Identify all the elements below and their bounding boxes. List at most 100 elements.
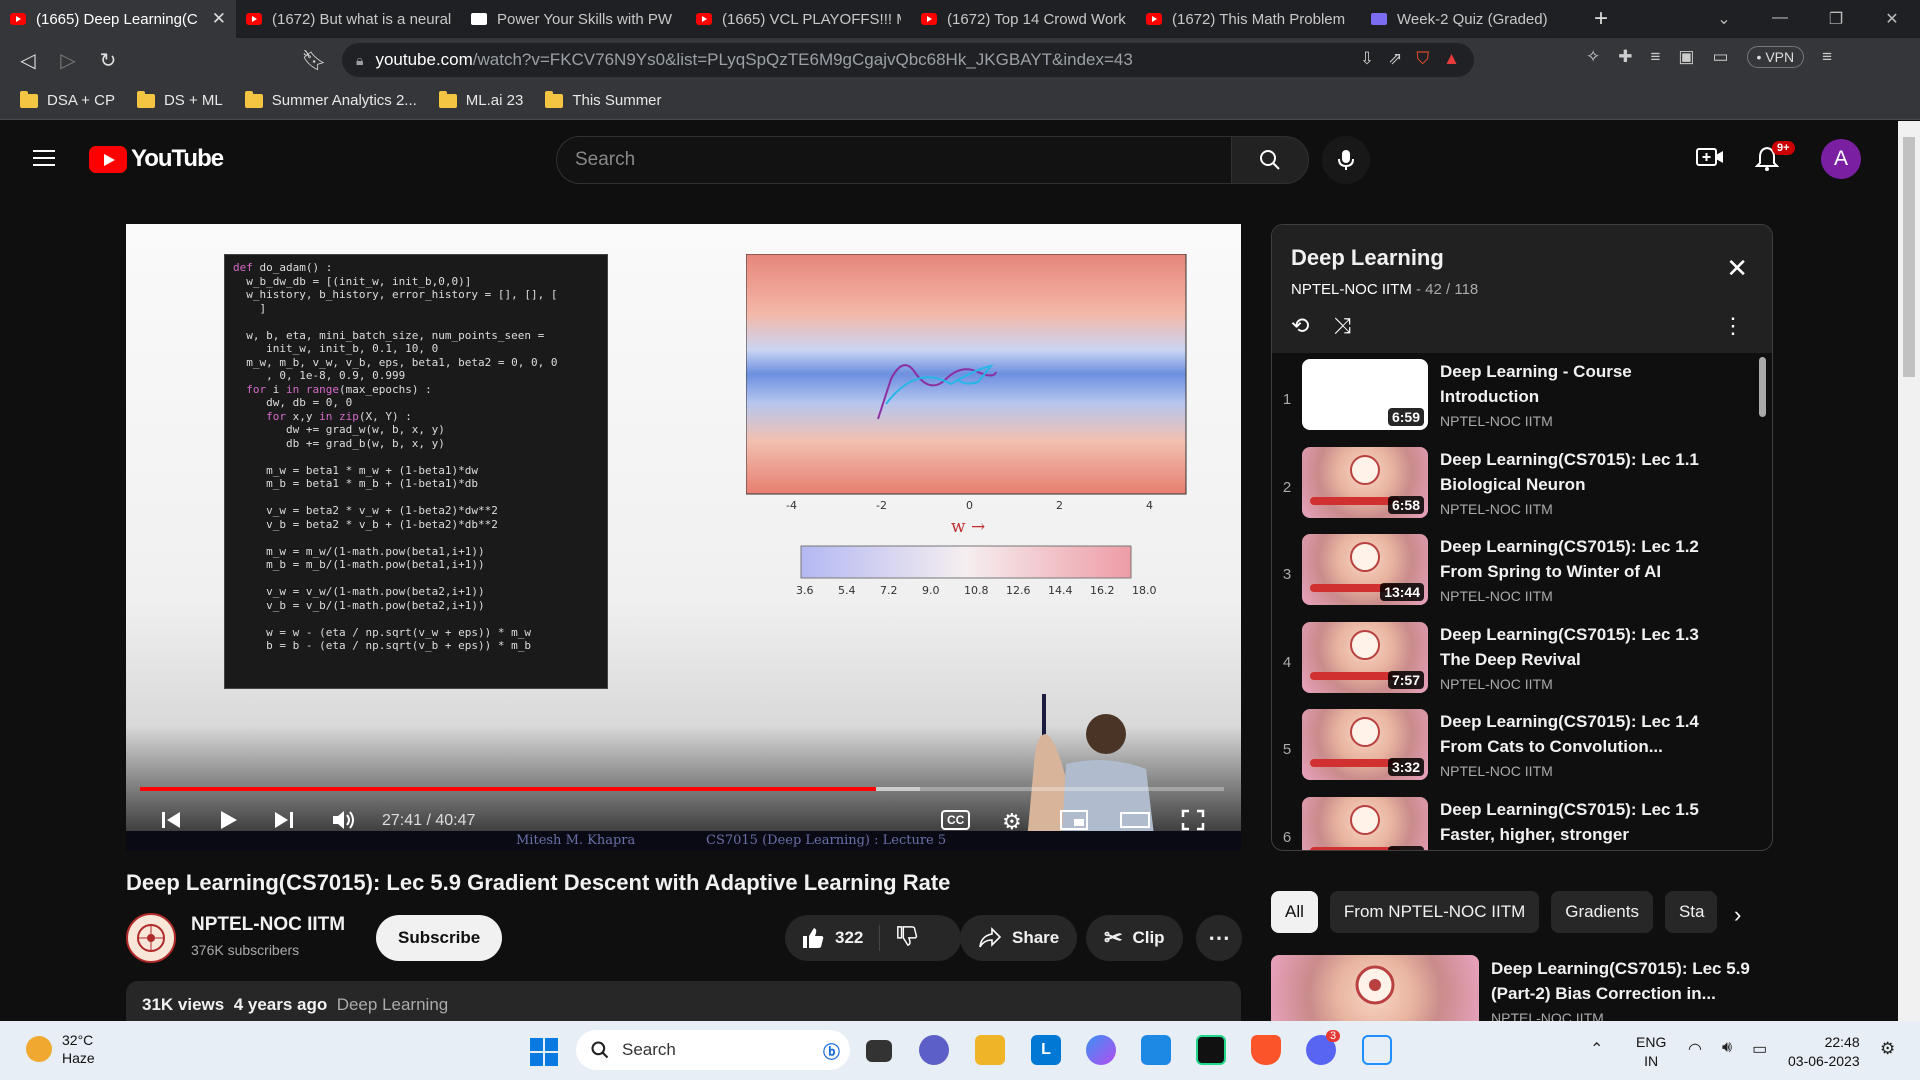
description-box[interactable]: 31K views 4 years ago Deep Learning: [126, 981, 1241, 1021]
filter-chip[interactable]: Sta: [1664, 891, 1717, 933]
forward-icon[interactable]: ▷: [48, 48, 88, 73]
minimize-button[interactable]: —: [1752, 9, 1808, 29]
snipping-tool-icon[interactable]: [1362, 1035, 1392, 1065]
pycharm-icon[interactable]: [1196, 1035, 1226, 1065]
playlist-title[interactable]: Deep Learning: [1291, 245, 1753, 271]
brave-browser-icon[interactable]: [1251, 1035, 1281, 1065]
tab-search-icon[interactable]: ⌄: [1696, 9, 1752, 29]
close-tab-icon[interactable]: ✕: [206, 9, 226, 29]
wallet-icon[interactable]: ▭: [1712, 47, 1728, 67]
install-icon[interactable]: ⇩: [1360, 49, 1374, 69]
chip-next-icon[interactable]: ›: [1734, 902, 1741, 928]
page-scroll-thumb[interactable]: [1903, 137, 1915, 377]
description-tag[interactable]: Deep Learning: [337, 995, 449, 1014]
close-window-button[interactable]: ✕: [1864, 9, 1920, 29]
playlist-icon[interactable]: ≡: [1651, 47, 1661, 67]
playlist-item-thumbnail[interactable]: 2:48: [1302, 796, 1428, 850]
taskbar-search[interactable]: Search ⓑ: [576, 1030, 850, 1070]
filter-chip[interactable]: From NPTEL-NOC IITM: [1329, 891, 1540, 933]
voice-search-button[interactable]: [1322, 136, 1370, 184]
playlist-item[interactable]: 1 6:59 Deep Learning - Course Introduction…: [1272, 353, 1772, 441]
battery-icon[interactable]: ▭: [1752, 1039, 1767, 1059]
playlist-item-thumbnail[interactable]: 6:58: [1302, 446, 1428, 518]
bookmark-folder[interactable]: This Summer: [545, 90, 662, 109]
related-video-title[interactable]: Deep Learning(CS7015): Lec 5.9 (Part-2) …: [1491, 956, 1771, 1006]
restore-button[interactable]: ❐: [1808, 9, 1864, 29]
video-progress-bar[interactable]: [140, 787, 1224, 791]
more-actions-button[interactable]: ⋯: [1196, 915, 1242, 961]
search-button[interactable]: [1231, 136, 1309, 184]
sidebar-icon[interactable]: ▣: [1678, 47, 1694, 67]
tray-overflow-icon[interactable]: ⌃: [1590, 1039, 1603, 1059]
channel-name[interactable]: NPTEL-NOC IITM: [191, 914, 345, 936]
lens-app-icon[interactable]: L: [1031, 1035, 1061, 1065]
brave-shield-icon[interactable]: ⛉: [1416, 49, 1429, 69]
browser-tab[interactable]: (1665) Deep Learning(C ✕: [0, 0, 236, 38]
new-tab-button[interactable]: +: [1581, 5, 1621, 33]
browser-menu-icon[interactable]: ≡: [1822, 47, 1832, 67]
filter-chip[interactable]: All: [1271, 891, 1318, 933]
playlist-item-thumbnail[interactable]: 3:32: [1302, 709, 1428, 780]
playlist-item[interactable]: 2 6:58 Deep Learning(CS7015): Lec 1.1 Biol…: [1272, 441, 1772, 529]
system-clock[interactable]: 22:48 03-06-2023: [1788, 1033, 1860, 1071]
guide-menu-icon[interactable]: [33, 150, 55, 168]
page-scrollbar[interactable]: [1898, 121, 1920, 1021]
start-button[interactable]: [530, 1038, 558, 1066]
shuffle-icon[interactable]: ⤨: [1333, 313, 1351, 339]
related-video-channel[interactable]: NPTEL-NOC IITM: [1491, 1010, 1604, 1021]
brave-rewards-icon[interactable]: ▲: [1443, 49, 1460, 69]
share-button[interactable]: Share: [960, 915, 1078, 961]
bookmark-folder[interactable]: ML.ai 23: [438, 90, 523, 109]
playlist-item[interactable]: 6 2:48 Deep Learning(CS7015): Lec 1.5 Fast…: [1272, 791, 1772, 850]
language-indicator[interactable]: ENG IN: [1636, 1033, 1666, 1071]
account-avatar[interactable]: A: [1821, 139, 1861, 179]
wifi-icon[interactable]: ◠: [1688, 1039, 1702, 1059]
bookmark-folder[interactable]: DSA + CP: [20, 90, 115, 109]
weather-widget[interactable]: 32°C Haze: [26, 1031, 95, 1067]
leo-icon[interactable]: ✧: [1586, 47, 1600, 67]
related-video-thumbnail[interactable]: [1271, 955, 1479, 1021]
playlist-item[interactable]: 5 3:32 Deep Learning(CS7015): Lec 1.4 From…: [1272, 703, 1772, 791]
playlist-scrollbar[interactable]: [1759, 357, 1766, 417]
close-playlist-icon[interactable]: ✕: [1726, 253, 1748, 284]
browser-tab[interactable]: Power Your Skills with PW S: [461, 0, 686, 38]
playlist-item-thumbnail[interactable]: 13:44: [1302, 534, 1428, 605]
filter-chip[interactable]: Gradients: [1551, 891, 1653, 933]
file-explorer-icon[interactable]: [975, 1035, 1005, 1065]
speaker-icon[interactable]: 🔊︎: [1722, 1039, 1732, 1059]
vscode-icon[interactable]: [1141, 1035, 1171, 1065]
task-view-icon[interactable]: [866, 1040, 892, 1062]
browser-tab[interactable]: (1672) Top 14 Crowd Work: [911, 0, 1136, 38]
bookmark-icon[interactable]: 🔖︎: [294, 48, 334, 73]
share-icon[interactable]: ⇗: [1388, 49, 1402, 69]
bookmark-folder[interactable]: Summer Analytics 2...: [244, 90, 417, 109]
playlist-more-icon[interactable]: ⋮: [1722, 313, 1744, 339]
copilot-icon[interactable]: [1086, 1035, 1116, 1065]
youtube-logo[interactable]: YouTube: [89, 145, 224, 173]
video-player[interactable]: def do_adam() : w_b_dw_db = [(init_w, in…: [126, 224, 1241, 851]
playlist-item-thumbnail[interactable]: 6:59: [1302, 359, 1428, 430]
browser-tab[interactable]: (1665) VCL PLAYOFFS!!! MC: [686, 0, 911, 38]
create-video-icon[interactable]: [1696, 146, 1724, 175]
playlist-item[interactable]: 4 7:57 Deep Learning(CS7015): Lec 1.3 The …: [1272, 616, 1772, 704]
browser-tab[interactable]: (1672) But what is a neural: [236, 0, 461, 38]
vpn-button[interactable]: • VPN: [1746, 46, 1805, 68]
search-input[interactable]: Search: [556, 136, 1232, 184]
playlist-channel[interactable]: NPTEL-NOC IITM: [1291, 281, 1412, 298]
reload-icon[interactable]: ↻: [88, 48, 128, 73]
clip-button[interactable]: ✂ Clip: [1086, 915, 1183, 961]
channel-avatar[interactable]: [126, 913, 176, 963]
teams-chat-icon[interactable]: [919, 1035, 949, 1065]
like-button[interactable]: 322: [785, 925, 881, 951]
extensions-icon[interactable]: ✚: [1618, 47, 1632, 67]
loop-icon[interactable]: ⟲: [1291, 313, 1309, 339]
omnibox[interactable]: 🔒︎ youtube.com/watch?v=FKCV76N9Ys0&list=…: [342, 43, 1474, 77]
playlist-item[interactable]: 3 13:44 Deep Learning(CS7015): Lec 1.2 Fro…: [1272, 528, 1772, 616]
bookmark-folder[interactable]: DS + ML: [136, 90, 223, 109]
playlist-item-thumbnail[interactable]: 7:57: [1302, 621, 1428, 693]
notification-center-icon[interactable]: ⚙: [1880, 1039, 1895, 1059]
back-icon[interactable]: ◁: [8, 48, 48, 73]
browser-tab[interactable]: (1672) This Math Problem: [1136, 0, 1361, 38]
closed-captions-button[interactable]: CC: [941, 810, 971, 830]
dislike-button[interactable]: [880, 925, 934, 952]
